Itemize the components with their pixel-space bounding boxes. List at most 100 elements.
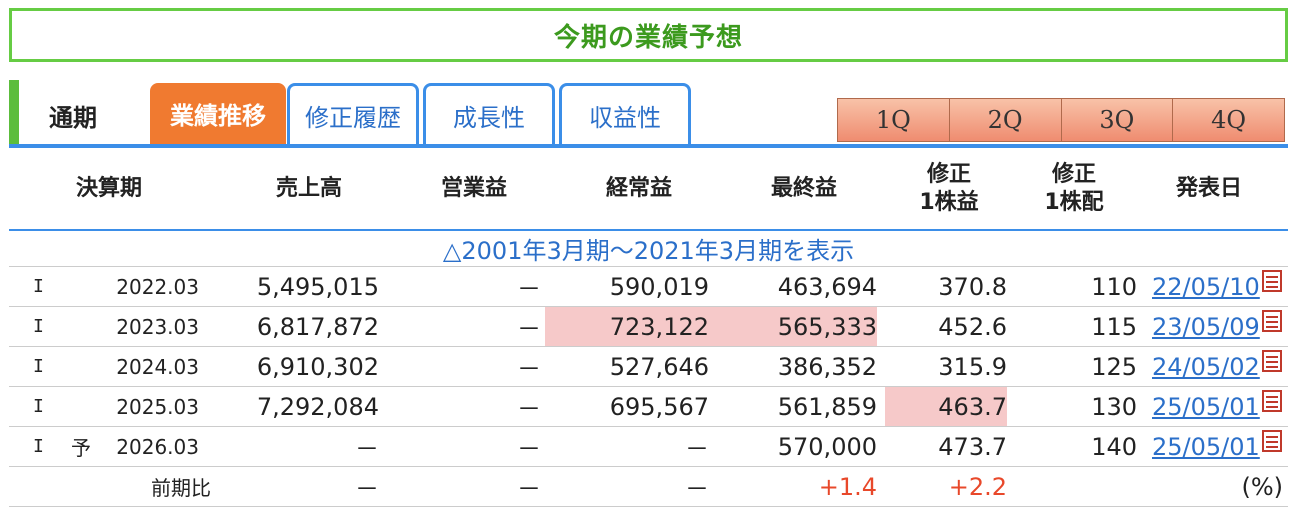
row-mark: I bbox=[33, 316, 44, 337]
compare-sales: － bbox=[355, 475, 379, 503]
row-net: 386,352 bbox=[777, 352, 877, 381]
row-date-cell: 24/05/02 bbox=[1152, 347, 1288, 386]
tab-revision-history[interactable]: 修正履歴 bbox=[287, 83, 419, 144]
row-sales: － bbox=[355, 435, 379, 463]
row-dividend: 140 bbox=[1091, 432, 1137, 461]
header-announce-date: 発表日 bbox=[1175, 176, 1242, 201]
tab-performance-history[interactable]: 業績推移 bbox=[150, 83, 286, 144]
quarter-3q-button[interactable]: 3Q bbox=[1061, 99, 1174, 141]
table-row: I 2024.03 6,910,302 － 527,646 386,352 31… bbox=[9, 347, 1288, 387]
compare-eps: +2.2 bbox=[948, 472, 1007, 501]
row-date-cell: 23/05/09 bbox=[1152, 307, 1288, 346]
row-period: 2026.03 bbox=[116, 434, 199, 459]
quarter-selector: 1Q 2Q 3Q 4Q bbox=[837, 98, 1285, 142]
quarter-4q-button[interactable]: 4Q bbox=[1173, 99, 1284, 141]
row-date-cell: 22/05/10 bbox=[1152, 267, 1288, 306]
row-forecast-mark bbox=[71, 307, 95, 346]
tab-profitability[interactable]: 収益性 bbox=[559, 83, 691, 144]
row-date-cell: 25/05/01 bbox=[1152, 427, 1288, 466]
row-operating: － bbox=[517, 315, 541, 343]
row-ordinary: 590,019 bbox=[609, 272, 709, 301]
header-eps: 修正 1株益 bbox=[889, 148, 1009, 230]
tab-bar-accent bbox=[9, 80, 19, 144]
row-ordinary: 527,646 bbox=[609, 352, 709, 381]
row-sales: 7,292,084 bbox=[256, 392, 379, 421]
tab-bar: 通期 業績推移 修正履歴 成長性 収益性 1Q 2Q 3Q 4Q bbox=[9, 80, 1288, 144]
table-header: 決算期 売上高 営業益 経常益 最終益 修正 1株益 修正 1株配 発表日 bbox=[9, 148, 1288, 230]
row-ordinary-highlight: 723,122 bbox=[545, 307, 709, 346]
row-period: 2025.03 bbox=[116, 394, 199, 419]
row-forecast-mark: 予 bbox=[71, 436, 91, 460]
row-eps: 473.7 bbox=[938, 432, 1007, 461]
row-ordinary: － bbox=[685, 435, 709, 463]
row-operating: － bbox=[517, 395, 541, 423]
header-eps-line1: 修正 bbox=[926, 162, 971, 187]
pdf-icon[interactable] bbox=[1261, 269, 1282, 292]
table-row: I 2025.03 7,292,084 － 695,567 561,859 46… bbox=[9, 387, 1288, 427]
table-row: I 予 2026.03 － － － 570,000 473.7 140 25/0… bbox=[9, 427, 1288, 467]
row-date-link[interactable]: 23/05/09 bbox=[1152, 313, 1260, 341]
row-sales: 5,495,015 bbox=[256, 272, 379, 301]
quarter-1q-button[interactable]: 1Q bbox=[838, 99, 950, 141]
row-eps-highlight: 463.7 bbox=[885, 387, 1007, 426]
row-net: 561,859 bbox=[777, 392, 877, 421]
compare-unit: (%) bbox=[1241, 472, 1283, 501]
header-eps-line2: 1株益 bbox=[919, 190, 979, 215]
table-row: I 2023.03 6,817,872 － 723,122 565,333 45… bbox=[9, 307, 1288, 347]
header-dividend-line1: 修正 bbox=[1051, 162, 1096, 187]
row-forecast-mark bbox=[71, 267, 95, 306]
row-dividend: 115 bbox=[1091, 312, 1137, 341]
row-eps: 315.9 bbox=[938, 352, 1007, 381]
compare-net: +1.4 bbox=[818, 472, 877, 501]
header-ordinary-profit: 経常益 bbox=[605, 176, 672, 201]
header-net-profit: 最終益 bbox=[770, 176, 837, 201]
row-mark: I bbox=[33, 356, 44, 377]
header-dividend: 修正 1株配 bbox=[1019, 148, 1129, 230]
row-date-link[interactable]: 25/05/01 bbox=[1152, 393, 1260, 421]
quarter-2q-button[interactable]: 2Q bbox=[949, 99, 1062, 141]
row-operating: － bbox=[517, 355, 541, 383]
row-eps: 452.6 bbox=[938, 312, 1007, 341]
compare-operating: － bbox=[517, 475, 541, 503]
row-date-cell: 25/05/01 bbox=[1152, 387, 1288, 426]
row-dividend: 125 bbox=[1091, 352, 1137, 381]
pdf-icon[interactable] bbox=[1261, 389, 1282, 412]
row-date-link[interactable]: 22/05/10 bbox=[1152, 273, 1260, 301]
section-title: 今期の業績予想 bbox=[553, 22, 743, 53]
section-title-box: 今期の業績予想 bbox=[9, 8, 1288, 62]
row-date-link[interactable]: 25/05/01 bbox=[1152, 433, 1260, 461]
row-operating: － bbox=[517, 275, 541, 303]
row-period: 2022.03 bbox=[116, 274, 199, 299]
row-mark: I bbox=[33, 276, 44, 297]
row-net-highlight: 565,333 bbox=[709, 307, 877, 346]
row-operating: － bbox=[517, 435, 541, 463]
table-row: I 2022.03 5,495,015 － 590,019 463,694 37… bbox=[9, 267, 1288, 307]
row-forecast-mark bbox=[71, 347, 95, 386]
pdf-icon[interactable] bbox=[1261, 349, 1282, 372]
tab-growth[interactable]: 成長性 bbox=[423, 83, 555, 144]
row-date-link[interactable]: 24/05/02 bbox=[1152, 353, 1260, 381]
row-sales: 6,910,302 bbox=[256, 352, 379, 381]
row-dividend: 130 bbox=[1091, 392, 1137, 421]
row-sales: 6,817,872 bbox=[256, 312, 379, 341]
row-net: 463,694 bbox=[777, 272, 877, 301]
header-dividend-line2: 1株配 bbox=[1044, 190, 1104, 215]
expand-history-link[interactable]: △2001年3月期～2021年3月期を表示 bbox=[9, 231, 1288, 267]
period-type-label: 通期 bbox=[49, 104, 97, 132]
compare-ordinary: － bbox=[685, 475, 709, 503]
header-period: 決算期 bbox=[75, 176, 142, 201]
row-period: 2024.03 bbox=[116, 354, 199, 379]
pdf-icon[interactable] bbox=[1261, 309, 1282, 332]
row-period: 2023.03 bbox=[116, 314, 199, 339]
row-forecast-mark bbox=[71, 387, 95, 426]
row-mark: I bbox=[33, 396, 44, 417]
pdf-icon[interactable] bbox=[1261, 429, 1282, 452]
row-eps: 370.8 bbox=[938, 272, 1007, 301]
header-sales: 売上高 bbox=[275, 176, 342, 201]
compare-label: 前期比 bbox=[151, 476, 211, 500]
row-net: 570,000 bbox=[777, 432, 877, 461]
row-dividend: 110 bbox=[1091, 272, 1137, 301]
header-operating-profit: 営業益 bbox=[440, 176, 507, 201]
row-mark: I bbox=[33, 436, 44, 457]
row-ordinary: 695,567 bbox=[609, 392, 709, 421]
